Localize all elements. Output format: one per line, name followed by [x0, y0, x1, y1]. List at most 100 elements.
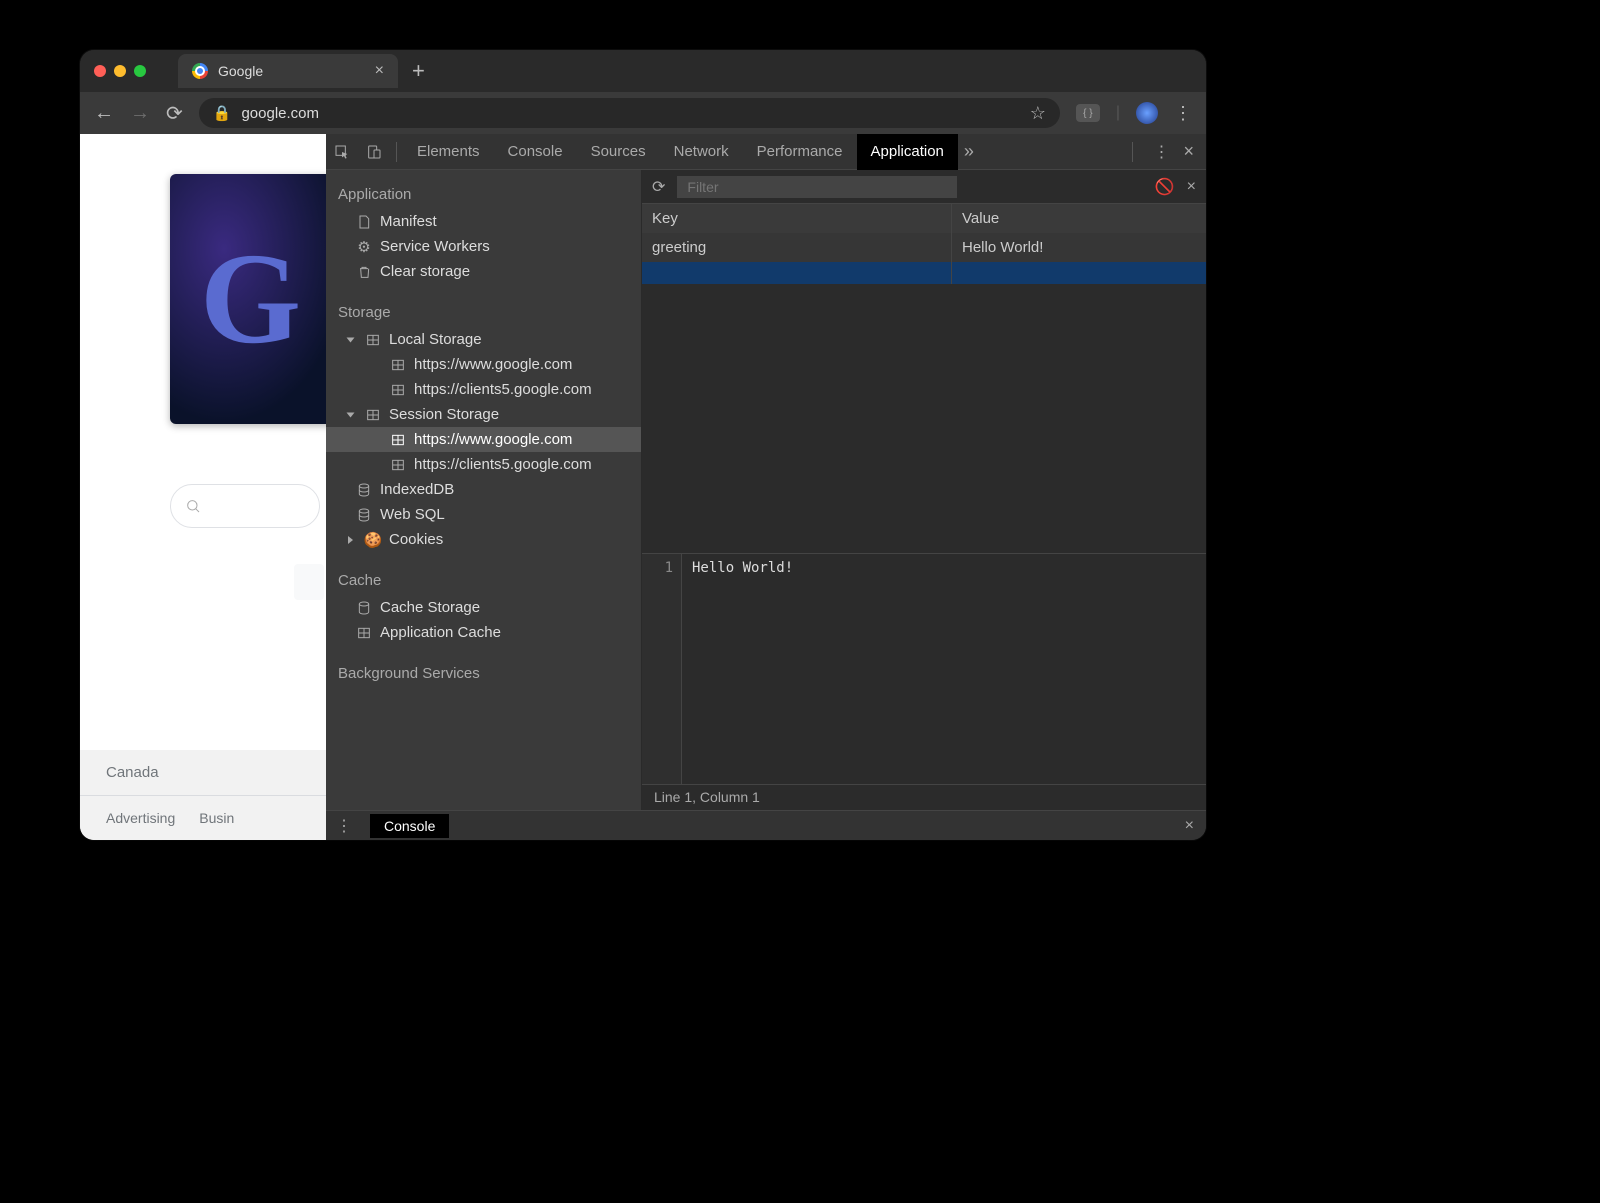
tab-performance[interactable]: Performance: [743, 134, 857, 170]
cell-value: Hello World!: [952, 233, 1206, 262]
forward-button[interactable]: →: [130, 102, 150, 125]
column-key[interactable]: Key: [642, 204, 952, 233]
sidebar-item-local-origin-0[interactable]: https://www.google.com: [326, 352, 641, 377]
gear-icon: ⚙: [356, 239, 372, 255]
drawer-menu-icon[interactable]: ⋮: [326, 816, 362, 836]
sidebar-item-session-origin-1[interactable]: https://clients5.google.com: [326, 452, 641, 477]
sidebar-item-websql[interactable]: Web SQL: [326, 502, 641, 527]
back-button[interactable]: ←: [94, 102, 114, 125]
tab-sources[interactable]: Sources: [577, 134, 660, 170]
close-drawer-icon[interactable]: ×: [1185, 817, 1194, 835]
cookie-icon: 🍪: [365, 532, 381, 548]
url-text: google.com: [241, 105, 319, 122]
table-icon: [390, 357, 406, 373]
extension-badge[interactable]: { }: [1076, 104, 1100, 122]
filter-input[interactable]: [677, 176, 957, 198]
storage-row[interactable]: greeting Hello World!: [642, 233, 1206, 262]
minimize-window-icon[interactable]: [114, 65, 126, 77]
table-icon: [390, 382, 406, 398]
table-icon: [365, 332, 381, 348]
storage-panel: ⟳ 🚫 × Key Value greeting Hello World!: [642, 170, 1206, 810]
footer-link-business[interactable]: Busin: [199, 810, 234, 826]
sidebar-item-manifest[interactable]: Manifest: [326, 209, 641, 234]
window-titlebar: Google × +: [80, 50, 1206, 92]
chevron-right-icon: [348, 536, 353, 544]
drawer-tab-console[interactable]: Console: [370, 814, 449, 838]
sidebar-item-indexeddb[interactable]: IndexedDB: [326, 477, 641, 502]
storage-row-empty[interactable]: [642, 262, 1206, 284]
close-tab-icon[interactable]: ×: [375, 62, 384, 80]
editor-status: Line 1, Column 1: [642, 784, 1206, 810]
storage-grid: Key Value greeting Hello World!: [642, 204, 1206, 554]
new-tab-button[interactable]: +: [412, 58, 425, 84]
sidebar-header-cache: Cache: [326, 566, 641, 595]
sidebar-item-session-storage[interactable]: Session Storage: [326, 402, 641, 427]
sidebar-item-service-workers[interactable]: ⚙Service Workers: [326, 234, 641, 259]
maximize-window-icon[interactable]: [134, 65, 146, 77]
address-bar: ← → ⟳ 🔒 google.com ☆ { } | ⋮: [80, 92, 1206, 134]
footer-link-advertising[interactable]: Advertising: [106, 810, 175, 826]
reload-button[interactable]: ⟳: [166, 101, 183, 126]
table-icon: [365, 407, 381, 423]
sidebar-item-local-storage[interactable]: Local Storage: [326, 327, 641, 352]
profile-avatar[interactable]: [1136, 102, 1158, 124]
sidebar-item-application-cache[interactable]: Application Cache: [326, 620, 641, 645]
tab-network[interactable]: Network: [660, 134, 743, 170]
sidebar-header-application: Application: [326, 180, 641, 209]
chrome-devtools: Elements Console Sources Network Perform…: [326, 134, 1206, 840]
sidebar-item-local-origin-1[interactable]: https://clients5.google.com: [326, 377, 641, 402]
storage-toolbar: ⟳ 🚫 ×: [642, 170, 1206, 204]
sidebar-item-clear-storage[interactable]: Clear storage: [326, 259, 641, 284]
lock-icon: 🔒: [213, 104, 232, 122]
more-tabs-icon[interactable]: »: [964, 141, 974, 162]
delete-selected-icon[interactable]: ×: [1187, 178, 1196, 196]
google-doodle[interactable]: G: [170, 174, 350, 424]
column-value[interactable]: Value: [952, 204, 1206, 233]
tab-console[interactable]: Console: [494, 134, 577, 170]
preview-gutter: 1: [642, 554, 682, 784]
chevron-down-icon: [347, 337, 355, 342]
tab-application[interactable]: Application: [857, 134, 958, 170]
footer-region: Canada: [80, 750, 326, 795]
tab-elements[interactable]: Elements: [403, 134, 494, 170]
google-footer: Canada Advertising Busin: [80, 750, 326, 840]
browser-window: Google × + ← → ⟳ 🔒 google.com ☆ { } | ⋮ …: [80, 50, 1206, 840]
google-favicon-icon: [192, 63, 208, 79]
browser-tab[interactable]: Google ×: [178, 54, 398, 88]
google-search-button[interactable]: [294, 564, 324, 600]
device-toolbar-icon[interactable]: [358, 144, 390, 160]
table-icon: [356, 625, 372, 641]
page-google: G Canada Advertising Busin: [80, 134, 326, 840]
refresh-icon[interactable]: ⟳: [652, 177, 665, 197]
google-search-input[interactable]: [170, 484, 320, 528]
grid-header: Key Value: [642, 204, 1206, 233]
cell-key: greeting: [642, 233, 952, 262]
clear-all-icon[interactable]: 🚫: [1155, 177, 1175, 197]
database-icon: [356, 482, 372, 498]
application-sidebar: Application Manifest ⚙Service Workers Cl…: [326, 170, 642, 810]
tab-title: Google: [218, 63, 263, 79]
bookmark-star-icon[interactable]: ☆: [1030, 103, 1046, 124]
sidebar-item-cache-storage[interactable]: Cache Storage: [326, 595, 641, 620]
devtools-drawer: ⋮ Console ×: [326, 810, 1206, 840]
devtools-menu-icon[interactable]: ⋮: [1153, 142, 1169, 162]
table-icon: [390, 432, 406, 448]
database-icon: [356, 507, 372, 523]
sidebar-item-session-origin-0[interactable]: https://www.google.com: [326, 427, 641, 452]
close-window-icon[interactable]: [94, 65, 106, 77]
omnibox[interactable]: 🔒 google.com ☆: [199, 98, 1060, 128]
chevron-down-icon: [347, 412, 355, 417]
preview-text[interactable]: Hello World!: [682, 554, 803, 784]
close-devtools-icon[interactable]: ×: [1183, 141, 1194, 162]
database-icon: [356, 600, 372, 616]
devtools-tabbar: Elements Console Sources Network Perform…: [326, 134, 1206, 170]
browser-menu-icon[interactable]: ⋮: [1174, 103, 1192, 124]
file-icon: [356, 214, 372, 230]
trash-icon: [356, 264, 372, 280]
sidebar-header-storage: Storage: [326, 298, 641, 327]
sidebar-item-cookies[interactable]: 🍪Cookies: [326, 527, 641, 552]
value-preview: 1 Hello World!: [642, 554, 1206, 784]
search-icon: [185, 498, 201, 514]
table-icon: [390, 457, 406, 473]
inspect-element-icon[interactable]: [326, 144, 358, 160]
